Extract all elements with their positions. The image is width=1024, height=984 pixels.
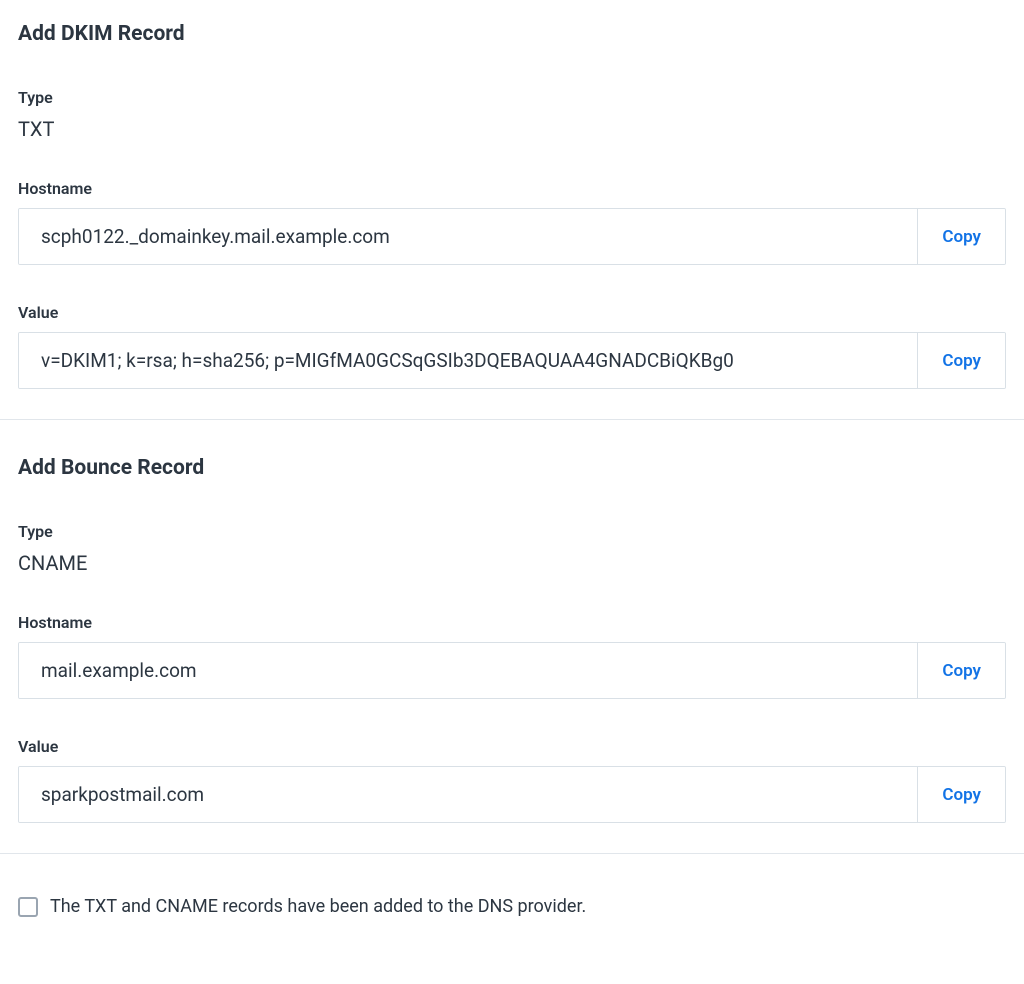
bounce-hostname-label: Hostname: [18, 613, 1006, 632]
bounce-value-input[interactable]: [19, 767, 917, 822]
bounce-section: Add Bounce Record Type CNAME Hostname Co…: [18, 456, 1006, 853]
dkim-value-label: Value: [18, 303, 1006, 322]
bounce-type-value: CNAME: [18, 551, 87, 575]
dkim-type-value: TXT: [18, 117, 54, 141]
dkim-hostname-row: Copy: [18, 208, 1006, 265]
dkim-type-field: Type TXT: [18, 88, 1006, 141]
confirm-label[interactable]: The TXT and CNAME records have been adde…: [50, 896, 586, 917]
dkim-title: Add DKIM Record: [18, 22, 1006, 46]
bounce-hostname-input[interactable]: [19, 643, 917, 698]
dkim-value-input[interactable]: [19, 333, 917, 388]
bounce-hostname-copy-button[interactable]: Copy: [917, 643, 1005, 698]
confirm-checkbox[interactable]: [18, 897, 38, 917]
dkim-hostname-input[interactable]: [19, 209, 917, 264]
bounce-hostname-field: Hostname Copy: [18, 613, 1006, 699]
confirm-row: The TXT and CNAME records have been adde…: [18, 890, 1006, 917]
dkim-hostname-copy-button[interactable]: Copy: [917, 209, 1005, 264]
dkim-hostname-field: Hostname Copy: [18, 179, 1006, 265]
dkim-value-row: Copy: [18, 332, 1006, 389]
section-divider: [0, 419, 1024, 420]
bounce-title: Add Bounce Record: [18, 456, 1006, 480]
dkim-value-field: Value Copy: [18, 303, 1006, 389]
bounce-value-row: Copy: [18, 766, 1006, 823]
dkim-section: Add DKIM Record Type TXT Hostname Copy V…: [18, 22, 1006, 419]
dkim-value-copy-button[interactable]: Copy: [917, 333, 1005, 388]
bounce-type-field: Type CNAME: [18, 522, 1006, 575]
bounce-hostname-row: Copy: [18, 642, 1006, 699]
dkim-hostname-label: Hostname: [18, 179, 1006, 198]
confirm-divider: [0, 853, 1024, 854]
bounce-value-field: Value Copy: [18, 737, 1006, 823]
bounce-value-copy-button[interactable]: Copy: [917, 767, 1005, 822]
dkim-type-label: Type: [18, 88, 1006, 107]
bounce-value-label: Value: [18, 737, 1006, 756]
bounce-type-label: Type: [18, 522, 1006, 541]
